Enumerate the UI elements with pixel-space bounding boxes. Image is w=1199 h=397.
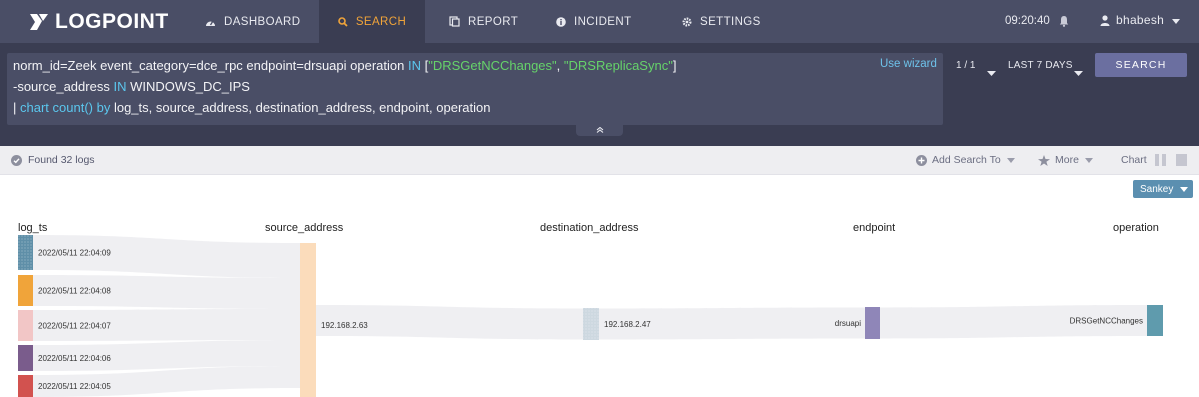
- query-panel: norm_id=Zeek event_category=dce_rpc endp…: [0, 43, 1199, 146]
- query-editor[interactable]: norm_id=Zeek event_category=dce_rpc endp…: [7, 53, 943, 125]
- collapse-query-button[interactable]: [576, 123, 623, 136]
- tab-settings-label: SETTINGS: [700, 15, 761, 28]
- report-icon: [449, 16, 460, 27]
- sankey-node-label: 192.168.2.47: [604, 320, 651, 329]
- check-circle-icon: [11, 154, 22, 166]
- more-button[interactable]: More: [1038, 154, 1093, 166]
- info-icon: [556, 16, 566, 27]
- page-indicator: 1 / 1: [956, 60, 976, 71]
- use-wizard-link[interactable]: Use wizard: [880, 58, 937, 70]
- sankey-node[interactable]: [18, 310, 33, 341]
- sankey-node-label: 2022/05/11 22:04:05: [38, 382, 111, 391]
- chevron-down-icon: [1172, 13, 1181, 27]
- sankey-node[interactable]: [18, 345, 33, 371]
- tab-settings[interactable]: SETTINGS: [682, 0, 761, 43]
- sankey-node[interactable]: [18, 275, 33, 306]
- logpoint-logo[interactable]: LOGPOINT: [28, 9, 169, 35]
- sankey-node[interactable]: [300, 243, 316, 397]
- sankey-node-label: drsuapi: [835, 319, 861, 328]
- gear-icon: [682, 16, 692, 27]
- tab-search-label: SEARCH: [355, 15, 407, 28]
- sankey-node-label: 2022/05/11 22:04:07: [38, 322, 111, 331]
- chart-view-label: Chart: [1121, 154, 1147, 166]
- search-button[interactable]: SEARCH: [1095, 53, 1187, 77]
- single-view-icon[interactable]: [1176, 154, 1187, 166]
- username: bhabesh: [1116, 13, 1165, 27]
- sankey-node-texture: [18, 235, 33, 270]
- sankey-node-label: 192.168.2.63: [321, 321, 368, 330]
- results-toolbar: Found 32 logs Add Search To More Chart: [0, 146, 1199, 175]
- sankey-node-label: 2022/05/11 22:04:06: [38, 354, 111, 363]
- sankey-node[interactable]: [865, 307, 880, 339]
- sankey-node-texture: [583, 308, 599, 340]
- split-view-icon[interactable]: [1155, 154, 1166, 166]
- found-count: Found 32 logs: [11, 154, 95, 166]
- sankey-chart: 2022/05/11 22:04:09 2022/05/11 22:04:08 20…: [18, 235, 1163, 397]
- dashboard-gauge-icon: [205, 17, 216, 27]
- view-toggle: [1155, 154, 1197, 166]
- chevron-down-icon: [1084, 154, 1093, 166]
- top-nav-bar: LOGPOINT DASHBOARD SEARCH REPORT INCIDEN…: [0, 0, 1199, 43]
- chevron-down-icon: [1006, 154, 1015, 166]
- bell-icon[interactable]: [1059, 14, 1069, 32]
- sankey-node[interactable]: [1147, 305, 1163, 336]
- star-icon: [1038, 154, 1050, 166]
- tab-dashboard-label: DASHBOARD: [224, 15, 301, 28]
- sankey-node-label: 2022/05/11 22:04:08: [38, 287, 111, 296]
- more-label: More: [1055, 154, 1079, 166]
- tab-report[interactable]: REPORT: [449, 0, 518, 43]
- sankey-node-label: 2022/05/11 22:04:09: [38, 249, 111, 258]
- add-search-to-button[interactable]: Add Search To: [916, 154, 1015, 166]
- pager-chevron-down-icon[interactable]: [987, 63, 996, 81]
- query-line-3: | chart count() by log_ts, source_addres…: [13, 100, 491, 115]
- user-menu[interactable]: bhabesh: [1100, 13, 1181, 27]
- double-chevron-up-icon: [596, 126, 603, 133]
- plus-circle-icon: [916, 154, 927, 166]
- search-icon: [338, 16, 348, 27]
- chart-label: Chart: [1121, 154, 1147, 166]
- tab-dashboard[interactable]: DASHBOARD: [205, 0, 300, 43]
- user-icon: [1100, 14, 1110, 26]
- query-line-1: norm_id=Zeek event_category=dce_rpc endp…: [13, 58, 677, 73]
- tab-incident[interactable]: INCIDENT: [556, 0, 632, 43]
- brand-name: LOGPOINT: [55, 10, 169, 33]
- sankey-node[interactable]: [18, 375, 33, 397]
- tab-incident-label: INCIDENT: [574, 15, 632, 28]
- time-range-chevron-down-icon[interactable]: [1074, 63, 1083, 81]
- found-count-label: Found 32 logs: [28, 154, 95, 166]
- tab-report-label: REPORT: [468, 15, 519, 28]
- time-range-selector[interactable]: LAST 7 DAYS: [1008, 60, 1073, 71]
- tab-search[interactable]: SEARCH: [319, 0, 425, 43]
- clock: 09:20:40: [1005, 15, 1050, 27]
- sankey-node-label: DRSGetNCChanges: [1070, 317, 1143, 326]
- logpoint-mark-icon: [30, 14, 48, 30]
- query-line-2: -source_address IN WINDOWS_DC_IPS: [13, 79, 250, 94]
- add-search-to-label: Add Search To: [932, 154, 1001, 166]
